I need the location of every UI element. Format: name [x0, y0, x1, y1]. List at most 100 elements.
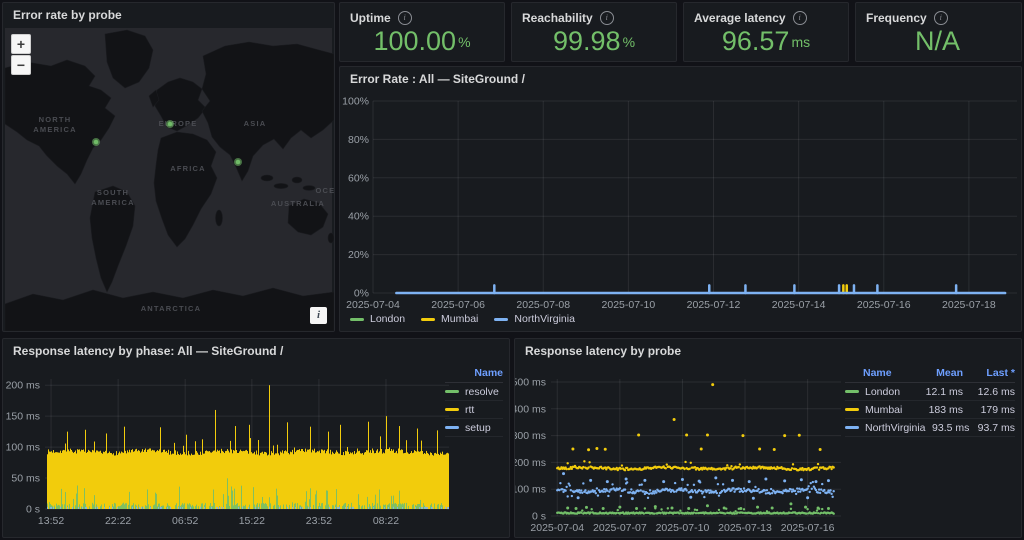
- map-attribution-button[interactable]: i: [310, 307, 327, 324]
- legend-dash: [494, 318, 508, 321]
- svg-text:13:52: 13:52: [38, 515, 64, 527]
- svg-text:0 s: 0 s: [532, 511, 546, 523]
- svg-text:300 ms: 300 ms: [515, 430, 546, 442]
- panel-frequency: Frequency i N/A: [855, 2, 1022, 62]
- panel-average-latency: Average latency i 96.57ms: [683, 2, 849, 62]
- panel-error-rate-by-probe: Error rate by probe: [2, 2, 335, 332]
- continents: [5, 30, 334, 331]
- svg-text:100 ms: 100 ms: [515, 484, 546, 496]
- legend-row-london[interactable]: London 12.1 ms 12.6 ms: [845, 383, 1015, 401]
- svg-text:2025-07-10: 2025-07-10: [602, 299, 656, 311]
- stat-title: Reachability: [522, 11, 593, 25]
- legend-label: NorthVirginia: [514, 313, 575, 325]
- map-zoom-out-button[interactable]: −: [11, 55, 31, 75]
- svg-text:2025-07-12: 2025-07-12: [687, 299, 741, 311]
- svg-text:150 ms: 150 ms: [6, 411, 40, 423]
- legend-header-name[interactable]: Name: [845, 367, 913, 379]
- svg-text:08:22: 08:22: [373, 515, 399, 527]
- legend-label: Mumbai: [865, 404, 902, 416]
- legend-header-last[interactable]: Last *: [963, 367, 1015, 379]
- legend-label: Mumbai: [441, 313, 478, 325]
- legend-label: resolve: [465, 386, 499, 398]
- svg-text:60%: 60%: [348, 172, 369, 184]
- map-zoom-in-button[interactable]: +: [11, 34, 31, 54]
- error-rate-chart[interactable]: 2025-07-042025-07-062025-07-082025-07-10…: [340, 67, 1021, 331]
- legend-dash: [845, 408, 859, 411]
- svg-text:20%: 20%: [348, 249, 369, 261]
- legend-label: London: [370, 313, 405, 325]
- info-icon[interactable]: i: [793, 11, 807, 25]
- legend-label: setup: [465, 422, 491, 434]
- svg-text:22:22: 22:22: [105, 515, 131, 527]
- legend-row-rtt[interactable]: rtt: [445, 401, 503, 419]
- legend-row-setup[interactable]: setup: [445, 419, 503, 437]
- svg-text:15:22: 15:22: [239, 515, 265, 527]
- svg-text:100 ms: 100 ms: [6, 442, 40, 454]
- legend-mean-value: 12.1 ms: [913, 386, 963, 398]
- legend-row-mumbai[interactable]: Mumbai 183 ms 179 ms: [845, 401, 1015, 419]
- stat-value: N/A: [915, 28, 960, 55]
- legend-last-value: 12.6 ms: [963, 386, 1015, 398]
- legend-dash: [845, 390, 859, 393]
- stat-unit: %: [458, 34, 470, 50]
- svg-text:2025-07-14: 2025-07-14: [772, 299, 826, 311]
- svg-text:40%: 40%: [348, 211, 369, 223]
- info-icon[interactable]: i: [934, 11, 948, 25]
- info-icon[interactable]: i: [398, 11, 412, 25]
- panel-title[interactable]: Error rate by probe: [3, 3, 334, 27]
- legend-mean-value: 93.5 ms: [926, 422, 970, 434]
- legend-dash: [845, 426, 859, 429]
- legend-header-mean[interactable]: Mean: [913, 367, 963, 379]
- legend-mean-value: 183 ms: [913, 404, 963, 416]
- stat-value: 100.00: [373, 28, 456, 55]
- legend-item-northvirginia[interactable]: NorthVirginia: [494, 313, 575, 325]
- svg-text:2025-07-07: 2025-07-07: [593, 522, 647, 534]
- legend-label: NorthVirginia: [865, 422, 926, 434]
- svg-text:06:52: 06:52: [172, 515, 198, 527]
- svg-text:0 s: 0 s: [26, 504, 40, 516]
- svg-text:AUSTRALIA: AUSTRALIA: [271, 199, 325, 208]
- panel-reachability: Reachability i 99.98%: [511, 2, 677, 62]
- legend-dash: [350, 318, 364, 321]
- svg-text:500 ms: 500 ms: [515, 376, 546, 388]
- svg-text:2025-07-16: 2025-07-16: [781, 522, 835, 534]
- svg-text:2025-07-06: 2025-07-06: [431, 299, 485, 311]
- legend-item-london[interactable]: London: [350, 313, 405, 325]
- stat-title: Frequency: [866, 11, 927, 25]
- svg-text:23:52: 23:52: [306, 515, 332, 527]
- svg-text:2025-07-13: 2025-07-13: [718, 522, 772, 534]
- legend-dash: [445, 426, 459, 429]
- world-map[interactable]: NORTHAMERICASOUTHAMERICAEUROPEASIAAFRICA…: [5, 28, 332, 329]
- svg-text:2025-07-16: 2025-07-16: [857, 299, 911, 311]
- legend-row-northvirginia[interactable]: NorthVirginia 93.5 ms 93.7 ms: [845, 419, 1015, 437]
- svg-text:80%: 80%: [348, 134, 369, 146]
- stat-value: 99.98: [553, 28, 621, 55]
- world-map-canvas[interactable]: NORTHAMERICASOUTHAMERICAEUROPEASIAAFRICA…: [5, 28, 334, 331]
- phase-legend-table: Name resolve rtt setup: [445, 365, 503, 437]
- svg-text:100%: 100%: [342, 96, 369, 108]
- svg-text:2025-07-04: 2025-07-04: [346, 299, 400, 311]
- latency-by-phase-chart[interactable]: 200 ms150 ms100 ms50 ms0 s13:5222:2206:5…: [3, 339, 509, 537]
- legend-dash: [445, 390, 459, 393]
- legend-last-value: 179 ms: [963, 404, 1015, 416]
- legend-row-resolve[interactable]: resolve: [445, 383, 503, 401]
- stat-value: 96.57: [722, 28, 790, 55]
- legend-item-mumbai[interactable]: Mumbai: [421, 313, 478, 325]
- svg-text:ASIA: ASIA: [244, 119, 267, 128]
- legend-header-name[interactable]: Name: [445, 365, 503, 383]
- svg-text:50 ms: 50 ms: [11, 473, 40, 485]
- legend-last-value: 93.7 ms: [969, 422, 1015, 434]
- svg-text:SOUTH: SOUTH: [97, 188, 129, 197]
- svg-text:2025-07-18: 2025-07-18: [942, 299, 996, 311]
- info-icon[interactable]: i: [600, 11, 614, 25]
- panel-latency-by-phase: Response latency by phase: All — SiteGro…: [2, 338, 510, 538]
- svg-text:200 ms: 200 ms: [515, 457, 546, 469]
- stat-title: Average latency: [694, 11, 786, 25]
- svg-text:400 ms: 400 ms: [515, 403, 546, 415]
- svg-text:ANTARCTICA: ANTARCTICA: [141, 304, 202, 313]
- svg-text:OCEANIA: OCEANIA: [316, 186, 335, 195]
- stat-title: Uptime: [350, 11, 391, 25]
- panel-uptime: Uptime i 100.00%: [339, 2, 505, 62]
- panel-error-rate-chart: Error Rate : All — SiteGround / 2025-07-…: [339, 66, 1022, 332]
- svg-text:0%: 0%: [354, 288, 369, 300]
